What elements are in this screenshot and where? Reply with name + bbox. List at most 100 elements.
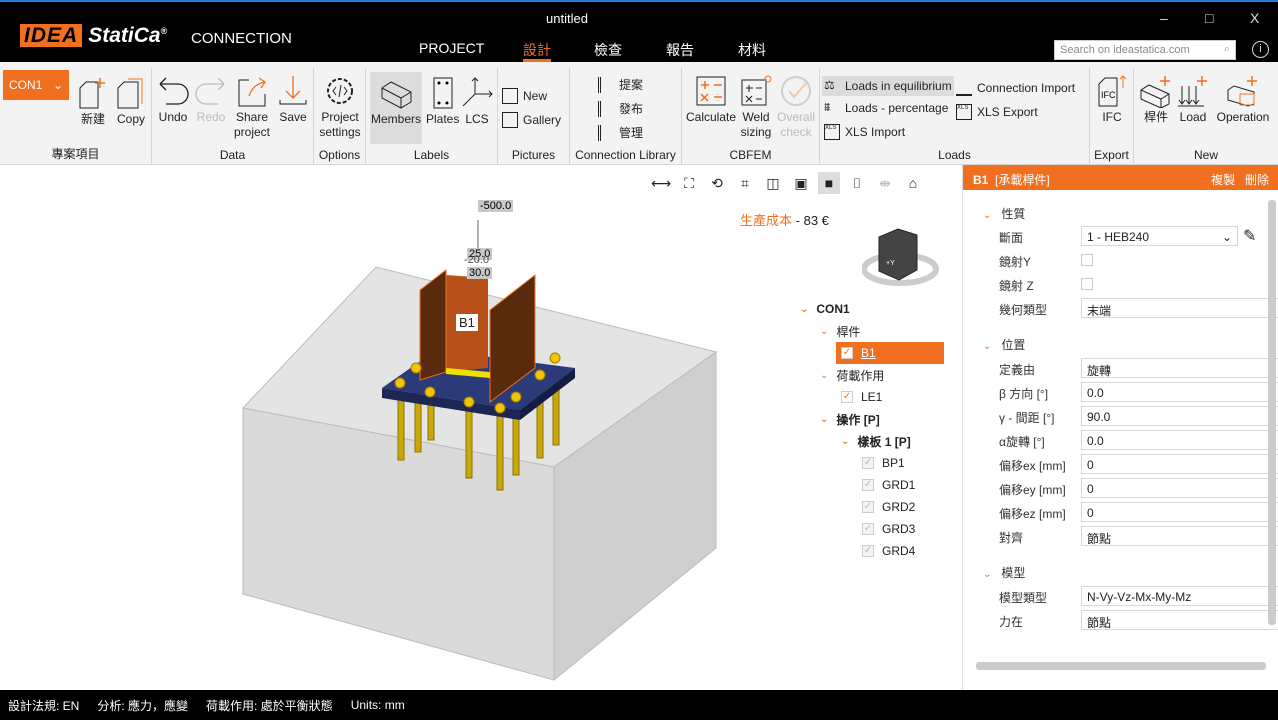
edit-pencil-icon[interactable]: ✎ [1243, 226, 1256, 246]
geometry-type-select[interactable]: 末端 [1081, 298, 1278, 318]
forces-in-select[interactable]: 節點 [1081, 610, 1278, 630]
connection-import-button[interactable]: Connection Import [956, 80, 1075, 96]
close-button[interactable]: X [1250, 10, 1259, 26]
operation-add-icon [1227, 76, 1257, 107]
zoom-fit-icon[interactable]: ⛶ [678, 172, 700, 194]
chevron-down-icon[interactable]: ⌄ [820, 326, 828, 337]
alpha-input[interactable]: 0.0 [1081, 430, 1278, 450]
new-button[interactable]: 新建 [76, 76, 110, 127]
nav-tab-design[interactable]: 設計 [523, 40, 551, 62]
tree-node-base-plate[interactable]: ⌄ 樣板 1 [P] [841, 430, 911, 452]
tree-node-load-effects[interactable]: ⌄ 荷載作用 [820, 364, 884, 386]
viewport-toolbar: ⟷ ⛶ ⟲ ⌗ ◫ ▣ ■ ⌷ ⇼ ⌂ [650, 170, 924, 196]
panel-horizontal-scrollbar[interactable] [976, 662, 1266, 670]
chevron-down-icon[interactable]: ⌄ [820, 370, 828, 381]
wireframe-icon[interactable]: ◫ [762, 172, 784, 194]
maximize-button[interactable]: □ [1205, 10, 1213, 26]
chevron-down-icon[interactable]: ⌄ [820, 414, 828, 425]
section-icon[interactable]: ⇼ [874, 172, 896, 194]
project-settings-button[interactable]: Project settings [318, 74, 362, 140]
tree-node-b1[interactable]: ✓ B1 [836, 342, 944, 364]
rotate-icon[interactable]: ⟲ [706, 172, 728, 194]
search-input[interactable]: Search on ideastatica.com ⌕ [1054, 40, 1236, 60]
chevron-down-icon[interactable]: ⌄ [983, 569, 991, 580]
offset-ex-input[interactable]: 0 [1081, 454, 1278, 474]
connection-dropdown[interactable]: CON1 ⌄ [3, 70, 69, 100]
copy-member-button[interactable]: 複製 [1211, 171, 1235, 188]
chevron-down-icon[interactable]: ⌄ [983, 341, 991, 352]
logo: IDEA StatiCa® [20, 24, 167, 48]
tree-node-grd3[interactable]: ✓ GRD3 [862, 518, 915, 540]
offset-ey-input[interactable]: 0 [1081, 478, 1278, 498]
new-load-button[interactable]: Load [1176, 74, 1210, 125]
tree-node-operations[interactable]: ⌄ 操作 [P] [820, 408, 880, 430]
chevron-down-icon[interactable]: ⌄ [800, 304, 808, 315]
nav-tab-check[interactable]: 檢查 [594, 40, 622, 62]
info-icon[interactable]: i [1252, 41, 1269, 58]
tree-node-members[interactable]: ⌄ 桿件 [820, 320, 860, 342]
nav-tab-project[interactable]: PROJECT [419, 40, 484, 62]
alignment-select[interactable]: 節點 [1081, 526, 1278, 546]
mirror-z-checkbox[interactable] [1081, 278, 1093, 290]
checkbox-checked[interactable]: ✓ [841, 391, 853, 403]
mirror-y-checkbox[interactable] [1081, 254, 1093, 266]
loads-percentage-button[interactable]: ⩩ Loads - percentage [824, 100, 948, 116]
section-position[interactable]: ⌄ 位置 [983, 336, 1025, 353]
ifc-button[interactable]: IFC IFC [1094, 74, 1130, 125]
measure-icon[interactable]: ⟷ [650, 172, 672, 194]
tree-node-grd4[interactable]: ✓ GRD4 [862, 540, 915, 562]
minimize-button[interactable]: – [1160, 10, 1168, 26]
delete-member-button[interactable]: 刪除 [1245, 171, 1269, 188]
copy-button[interactable]: Copy [114, 76, 148, 127]
section-model[interactable]: ⌄ 模型 [983, 564, 1025, 581]
model-type-select[interactable]: N-Vy-Vz-Mx-My-Mz [1081, 586, 1278, 606]
xls-import-button[interactable]: XLS XLS Import [824, 124, 905, 140]
propose-button[interactable]: 提案 [598, 76, 643, 93]
crop-icon[interactable]: ⌗ [734, 172, 756, 194]
members-labels-button[interactable]: Members [370, 72, 422, 144]
tree-node-con1[interactable]: ⌄ CON1 [800, 298, 850, 320]
redo-button[interactable]: Redo [194, 74, 228, 125]
member-label[interactable]: B1 [456, 314, 478, 331]
chevron-down-icon[interactable]: ⌄ [841, 436, 849, 447]
chevron-down-icon[interactable]: ⌄ [983, 210, 991, 221]
transparent-icon[interactable]: ▣ [790, 172, 812, 194]
beta-input[interactable]: 0.0 [1081, 382, 1278, 402]
member-view-icon[interactable]: ⌷ [846, 172, 868, 194]
calculate-button[interactable]: Calculate [684, 74, 738, 125]
tree-node-bp1[interactable]: ✓ BP1 [862, 452, 905, 474]
lcs-button[interactable]: LCS [460, 76, 494, 127]
tree-node-le1[interactable]: ✓ LE1 [841, 386, 882, 408]
offset-ez-input[interactable]: 0 [1081, 502, 1278, 522]
3d-scene[interactable] [0, 165, 958, 690]
xls-export-button[interactable]: XLS XLS Export [956, 104, 1038, 120]
xls-export-label: XLS Export [977, 105, 1038, 119]
nav-tab-report[interactable]: 報告 [666, 40, 694, 62]
checkbox-checked[interactable]: ✓ [841, 347, 853, 359]
weld-sizing-button[interactable]: Weld sizing [738, 74, 774, 140]
3d-viewport[interactable]: -500.0 25.0 -20.0 30.0 B1 +Y [0, 165, 958, 690]
save-button[interactable]: Save [276, 74, 310, 125]
panel-vertical-scrollbar[interactable] [1268, 200, 1276, 625]
new-picture-button[interactable]: New [502, 88, 547, 104]
home-icon[interactable]: ⌂ [902, 172, 924, 194]
gallery-button[interactable]: Gallery [502, 112, 561, 128]
new-operation-button[interactable]: Operation [1214, 74, 1272, 125]
view-cube[interactable]: +Y [862, 225, 942, 295]
share-project-button[interactable]: Share project [232, 74, 272, 140]
loads-equilibrium-button[interactable]: ⚖ Loads in equilibrium [822, 76, 954, 96]
undo-button[interactable]: Undo [156, 74, 190, 125]
nav-tab-materials[interactable]: 材料 [738, 40, 766, 62]
tree-node-grd2[interactable]: ✓ GRD2 [862, 496, 915, 518]
manage-button[interactable]: 管理 [598, 124, 643, 141]
new-member-button[interactable]: 桿件 [1138, 74, 1174, 125]
overall-check-button[interactable]: Overall check [776, 74, 816, 140]
section-properties[interactable]: ⌄ 性質 [983, 205, 1025, 222]
solid-icon[interactable]: ■ [818, 172, 840, 194]
plates-labels-button[interactable]: Plates [426, 76, 459, 127]
gamma-input[interactable]: 90.0 [1081, 406, 1278, 426]
publish-button[interactable]: 發布 [598, 100, 643, 117]
tree-node-grd1[interactable]: ✓ GRD1 [862, 474, 915, 496]
cross-section-select[interactable]: 1 - HEB240 ⌄ [1081, 226, 1238, 246]
defined-by-select[interactable]: 旋轉 [1081, 358, 1278, 378]
